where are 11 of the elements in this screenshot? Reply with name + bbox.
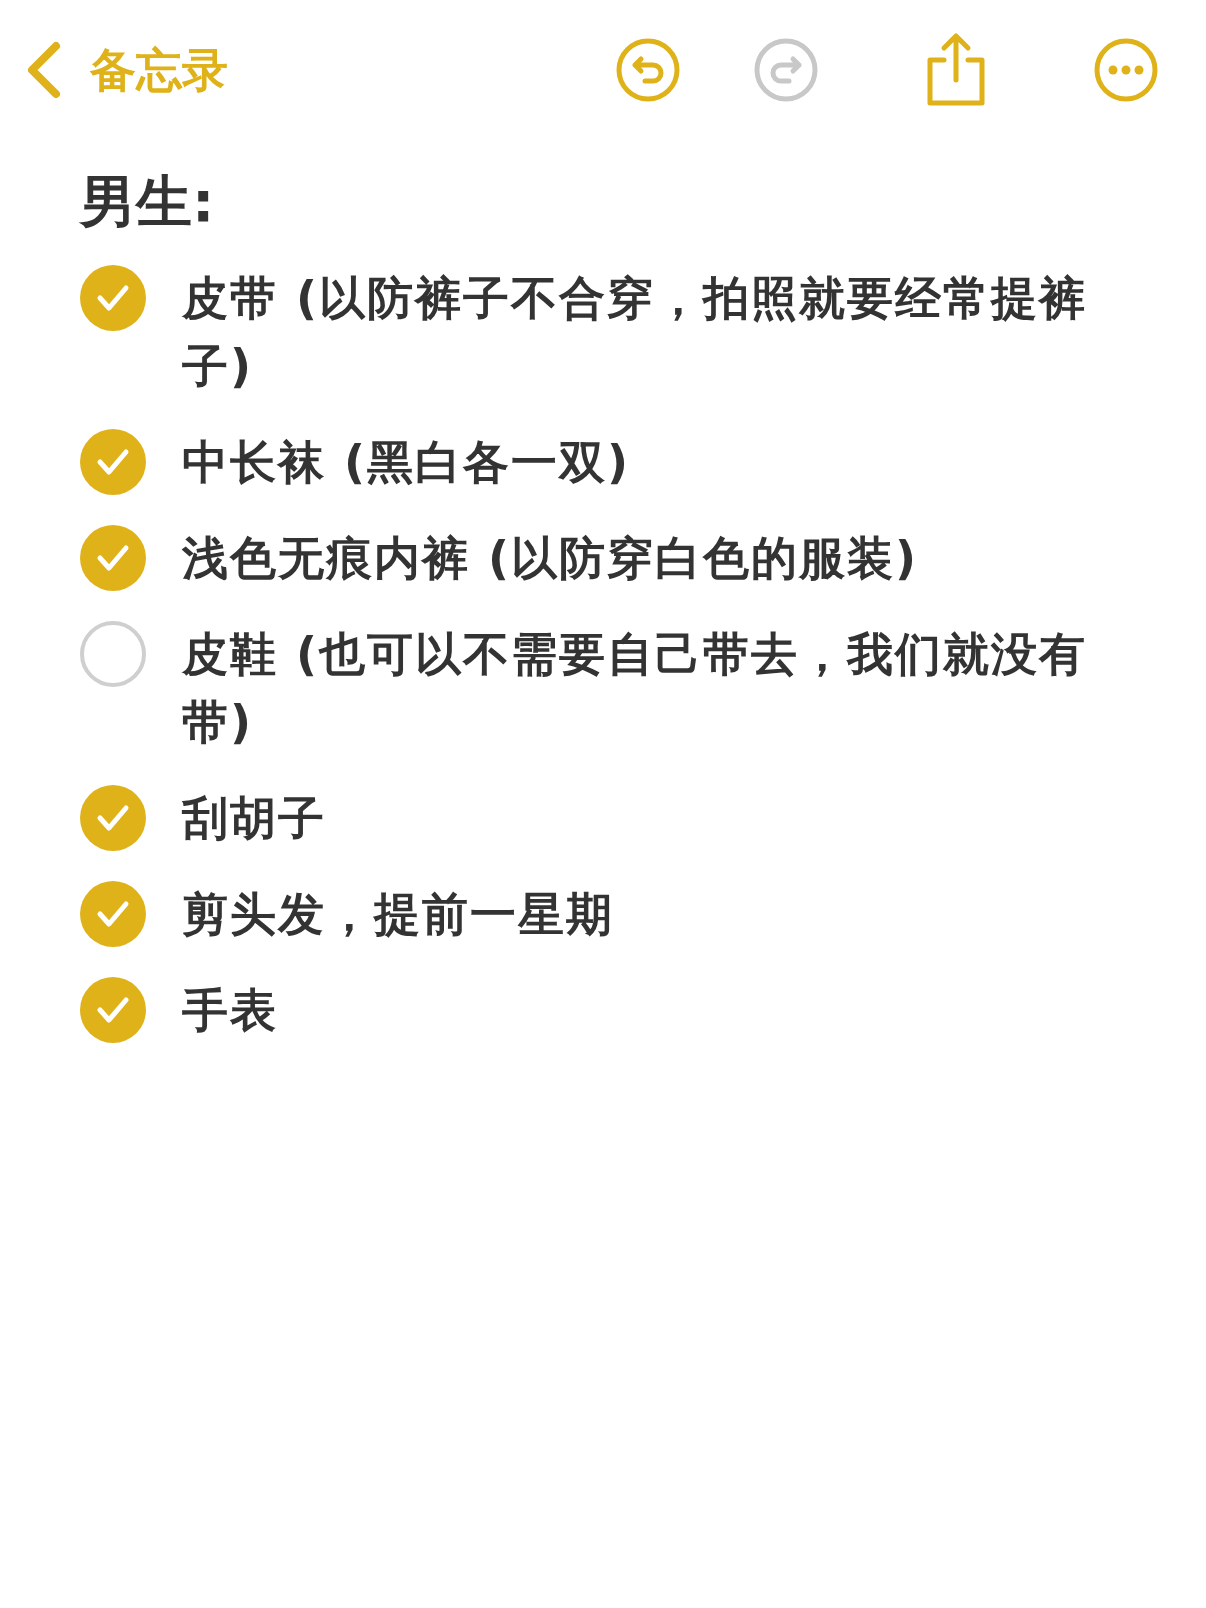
checklist-item-text: 剪头发，提前一星期 (182, 886, 614, 943)
more-button[interactable] (1092, 36, 1160, 104)
checklist-item-text: 皮鞋 (也可以不需要自己带去，我们就没有带) (182, 626, 1089, 751)
checklist-item-text: 中长袜 (黑白各一双) (182, 434, 631, 491)
checklist-item-text: 手表 (182, 982, 278, 1039)
checklist-item-text: 浅色无痕内裤 (以防穿白色的服装) (182, 530, 919, 587)
back-button[interactable]: 备忘录 (24, 35, 228, 105)
undo-button[interactable] (614, 36, 682, 104)
note-heading: 男生: (80, 168, 216, 236)
checklist-item-text: 刮胡子 (182, 790, 326, 847)
checklist-item-text: 皮带 (以防裤子不合穿，拍照就要经常提裤子) (182, 270, 1089, 395)
